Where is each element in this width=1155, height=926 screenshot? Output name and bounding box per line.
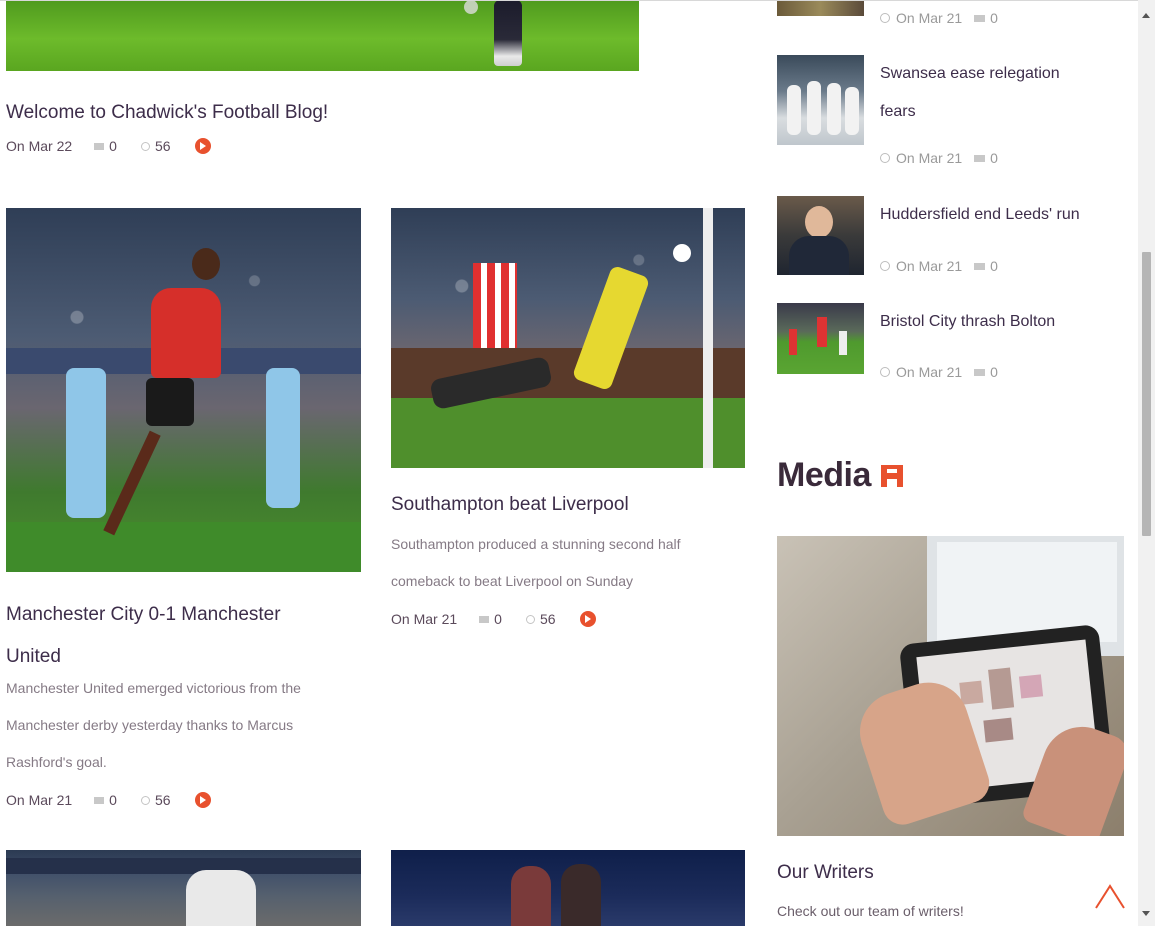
arrow-circle-icon[interactable] [194, 138, 211, 154]
clock-icon [880, 261, 890, 271]
post-date: On Mar 21 [391, 611, 458, 627]
post-image[interactable] [391, 850, 745, 926]
comment-count: 0 [990, 364, 998, 380]
post-date: On Mar 21 [6, 792, 73, 808]
eye-icon [140, 795, 150, 805]
comment-icon [479, 615, 490, 623]
writers-title[interactable]: Our Writers [777, 862, 874, 884]
sidebar-item-title[interactable]: Swansea ease relegation fears [880, 55, 1080, 131]
sidebar-item-meta: On Mar 21 0 [880, 258, 998, 274]
sidebar-item-meta: On Mar 21 0 [880, 10, 998, 26]
view-count: 56 [539, 611, 556, 627]
sidebar-thumb[interactable] [777, 55, 864, 145]
southampton-post-meta: On Mar 21 0 56 [391, 611, 596, 627]
southampton-post-title[interactable]: Southampton beat Liverpool [391, 494, 629, 516]
arrow-circle-icon[interactable] [194, 792, 211, 808]
post-date: On Mar 21 [896, 10, 963, 26]
view-count: 56 [154, 792, 171, 808]
clock-icon [880, 153, 890, 163]
comment-count[interactable]: 0 [109, 138, 117, 154]
post-date: On Mar 21 [896, 258, 963, 274]
comment-icon [974, 154, 986, 162]
post-image[interactable] [6, 850, 361, 926]
southampton-post-image[interactable] [391, 208, 745, 468]
post-date: On Mar 21 [896, 150, 963, 166]
scrollbar-thumb[interactable] [1142, 252, 1151, 536]
sidebar-thumb[interactable] [777, 303, 864, 374]
sidebar-item-meta: On Mar 21 0 [880, 150, 998, 166]
comment-icon [94, 796, 105, 804]
writers-text: Check out our team of writers! [777, 903, 964, 919]
sidebar-item-meta: On Mar 21 0 [880, 364, 998, 380]
welcome-post-meta: On Mar 22 0 56 [6, 138, 211, 154]
post-date: On Mar 21 [896, 364, 963, 380]
welcome-post-image[interactable] [6, 0, 639, 71]
media-image[interactable] [777, 536, 1124, 836]
back-to-top-button[interactable] [1093, 878, 1127, 912]
scroll-up-icon[interactable] [1142, 13, 1150, 18]
comment-icon [974, 14, 986, 22]
clock-icon [880, 367, 890, 377]
sidebar-thumb[interactable] [777, 196, 864, 275]
post-date: On Mar 22 [6, 138, 73, 154]
southampton-post-excerpt: Southampton produced a stunning second h… [391, 536, 681, 589]
eye-icon [525, 614, 535, 624]
man-city-post-meta: On Mar 21 0 56 [6, 792, 211, 808]
comment-count[interactable]: 0 [109, 792, 117, 808]
comment-count: 0 [990, 10, 998, 26]
media-heading: Media [777, 456, 903, 495]
comment-icon [94, 142, 105, 150]
scrollbar[interactable] [1138, 0, 1155, 926]
sidebar-item-title[interactable]: Bristol City thrash Bolton [880, 303, 1120, 341]
clock-icon [880, 13, 890, 23]
comment-count[interactable]: 0 [494, 611, 502, 627]
man-city-post-excerpt: Manchester United emerged victorious fro… [6, 680, 301, 770]
media-heading-icon [880, 464, 903, 487]
welcome-post-title[interactable]: Welcome to Chadwick's Football Blog! [6, 102, 328, 124]
comment-count: 0 [990, 150, 998, 166]
comment-icon [974, 368, 986, 376]
sidebar-item-title[interactable]: Huddersfield end Leeds' run [880, 196, 1120, 234]
arrow-circle-icon[interactable] [579, 611, 596, 627]
comment-count: 0 [990, 258, 998, 274]
sidebar-thumb[interactable] [777, 0, 864, 16]
man-city-post-title[interactable]: Manchester City 0-1 Manchester United [6, 594, 336, 678]
comment-icon [974, 262, 986, 270]
man-city-post-image[interactable] [6, 208, 361, 572]
view-count: 56 [154, 138, 171, 154]
top-border [0, 0, 1138, 1]
chevron-up-icon [1095, 884, 1125, 909]
media-heading-text: Media [777, 456, 871, 494]
eye-icon [140, 141, 150, 151]
scroll-down-icon[interactable] [1142, 911, 1150, 916]
